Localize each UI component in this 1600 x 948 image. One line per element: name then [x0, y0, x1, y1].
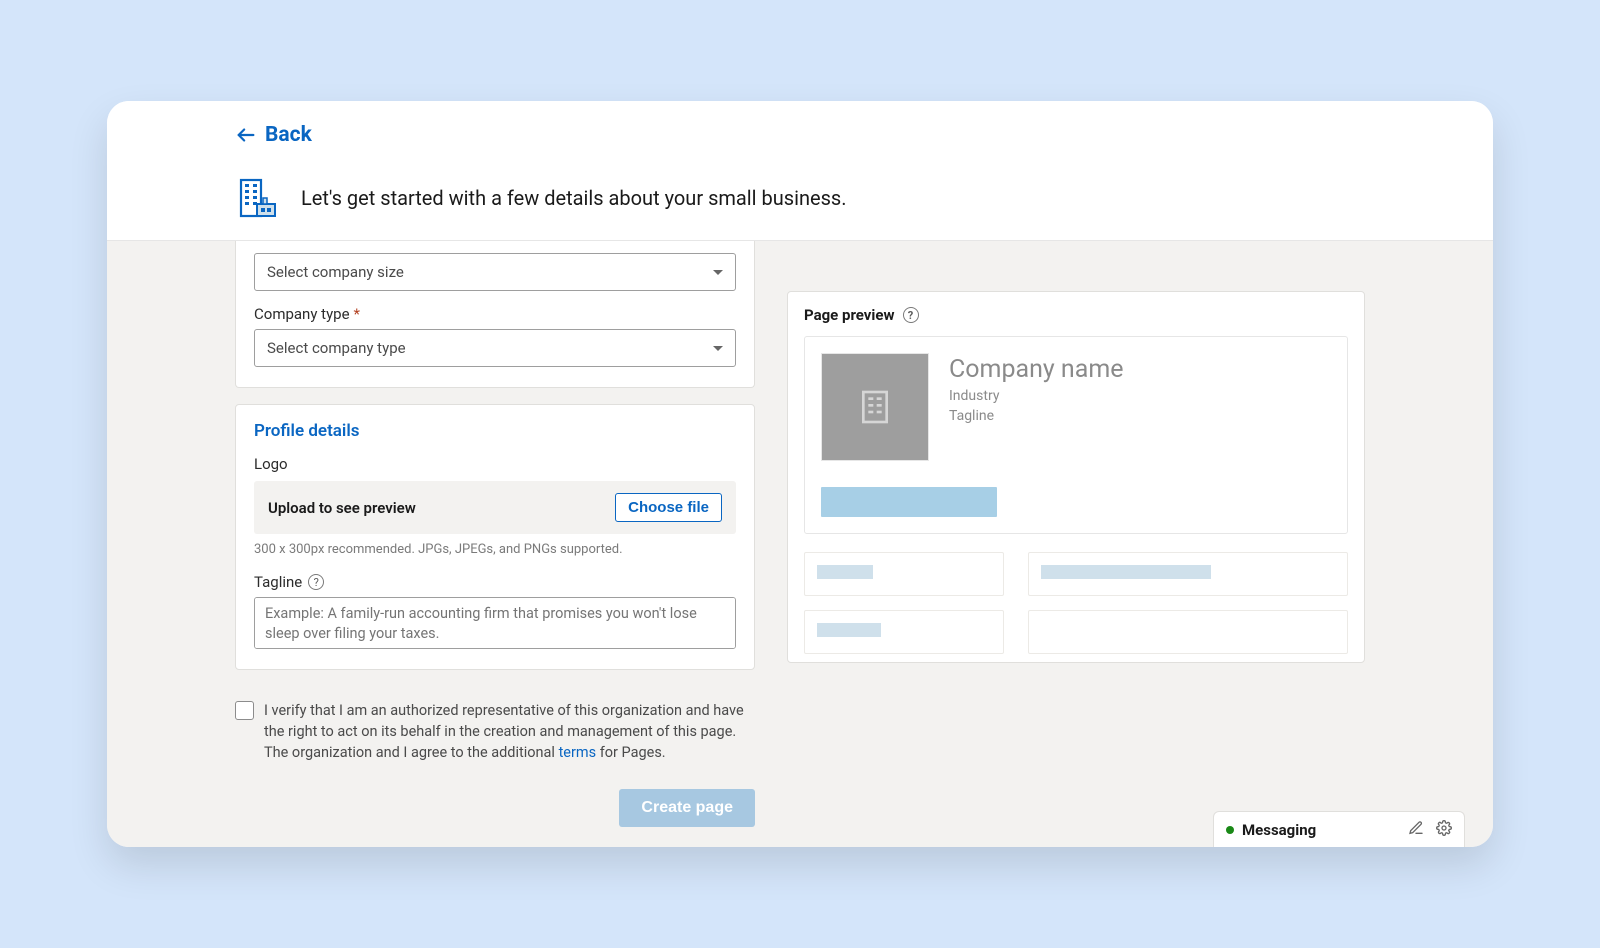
skeleton-block	[804, 552, 1004, 596]
topbar: Back Let's get started with a few detail…	[107, 101, 1493, 241]
tagline-label: Tagline ?	[254, 573, 736, 591]
status-online-icon	[1226, 826, 1234, 834]
logo-hint: 300 x 300px recommended. JPGs, JPEGs, an…	[254, 542, 736, 557]
upload-text: Upload to see preview	[268, 499, 416, 517]
logo-label: Logo	[254, 455, 736, 473]
app-window: Back Let's get started with a few detail…	[107, 101, 1493, 847]
preview-company-name: Company name	[949, 355, 1124, 384]
profile-details-title: Profile details	[254, 421, 736, 441]
company-type-value: Select company type	[267, 339, 406, 357]
building-icon	[235, 174, 283, 222]
preview-title: Page preview ?	[804, 306, 1348, 324]
preview-skeleton	[804, 552, 1348, 663]
arrow-left-icon	[235, 124, 257, 146]
company-type-select[interactable]: Select company type	[254, 329, 736, 367]
messaging-label: Messaging	[1242, 821, 1316, 839]
profile-details-card: Profile details Logo Upload to see previ…	[235, 404, 755, 670]
page-heading: Let's get started with a few details abo…	[301, 186, 847, 210]
required-asterisk: *	[354, 305, 360, 323]
choose-file-button[interactable]: Choose file	[615, 493, 722, 522]
company-type-label: Company type *	[254, 305, 736, 323]
create-page-button[interactable]: Create page	[619, 789, 755, 827]
preview-cta-placeholder	[821, 487, 997, 517]
help-icon[interactable]: ?	[903, 307, 919, 323]
logo-upload-box: Upload to see preview Choose file	[254, 481, 736, 534]
building-icon	[855, 387, 895, 427]
verify-row: I verify that I am an authorized represe…	[235, 686, 755, 763]
skeleton-block	[1028, 610, 1348, 654]
preview-inner: Company name Industry Tagline	[804, 336, 1348, 534]
messaging-bar[interactable]: Messaging	[1213, 811, 1465, 847]
verify-text: I verify that I am an authorized represe…	[264, 700, 755, 763]
company-card: Select company size Company type * Selec…	[235, 241, 755, 388]
body: Select company size Company type * Selec…	[107, 241, 1493, 847]
company-size-select[interactable]: Select company size	[254, 253, 736, 291]
form-column: Select company size Company type * Selec…	[235, 241, 755, 827]
gear-icon[interactable]	[1436, 820, 1452, 840]
preview-industry: Industry	[949, 388, 1124, 404]
help-icon[interactable]: ?	[308, 574, 324, 590]
preview-tagline: Tagline	[949, 408, 1124, 424]
company-size-value: Select company size	[267, 263, 404, 281]
chevron-down-icon	[713, 346, 723, 351]
skeleton-block	[1028, 552, 1348, 596]
chevron-down-icon	[713, 270, 723, 275]
skeleton-block	[804, 610, 1004, 654]
preview-column: Page preview ?	[787, 241, 1365, 827]
tagline-input[interactable]	[254, 597, 736, 649]
logo-placeholder	[821, 353, 929, 461]
verify-checkbox[interactable]	[235, 701, 254, 720]
compose-icon[interactable]	[1408, 820, 1424, 840]
page-preview-card: Page preview ?	[787, 291, 1365, 663]
back-button[interactable]: Back	[235, 123, 312, 147]
terms-link[interactable]: terms	[559, 744, 597, 761]
back-label: Back	[265, 123, 312, 147]
